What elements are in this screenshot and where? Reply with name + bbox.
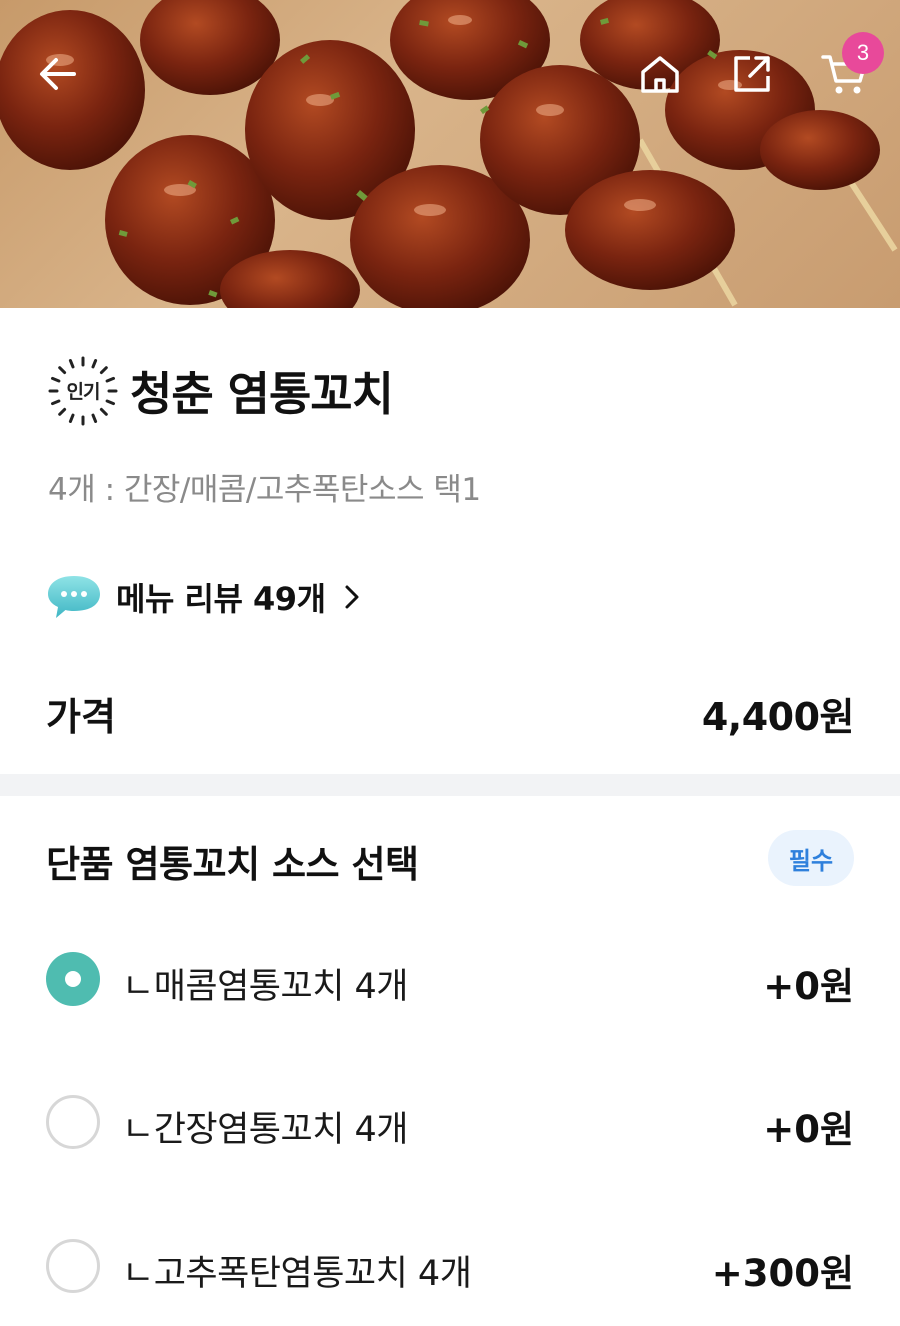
chat-bubble-icon bbox=[48, 576, 100, 618]
back-arrow-icon bbox=[40, 58, 76, 90]
option-price: +300원 bbox=[711, 1252, 854, 1295]
option-label: ㄴ간장염통꼬치 4개 bbox=[122, 1110, 409, 1150]
option-label: ㄴ매콤염통꼬치 4개 bbox=[122, 967, 409, 1007]
option-row-pepper-bomb[interactable]: ㄴ고추폭탄염통꼬치 4개 +300원 bbox=[0, 1221, 900, 1311]
option-section-title: 단품 염통꼬치 소스 선택 bbox=[46, 843, 419, 886]
share-icon bbox=[734, 56, 770, 92]
menu-description: 4개 : 간장/매콤/고추폭탄소스 택1 bbox=[48, 472, 481, 508]
option-price: +0원 bbox=[763, 1108, 854, 1151]
option-label: ㄴ고추폭탄염통꼬치 4개 bbox=[122, 1254, 472, 1294]
cart-count-badge: 3 bbox=[842, 32, 884, 74]
share-button[interactable] bbox=[722, 44, 782, 104]
option-row-spicy[interactable]: ㄴ매콤염통꼬치 4개 +0원 bbox=[0, 934, 900, 1024]
price-value: 4,400원 bbox=[701, 695, 855, 739]
option-radio[interactable] bbox=[46, 1239, 100, 1293]
section-divider bbox=[0, 774, 900, 796]
home-icon bbox=[641, 56, 679, 93]
popular-badge-label: 인기 bbox=[66, 381, 101, 403]
required-badge: 필수 bbox=[768, 830, 854, 886]
option-price: +0원 bbox=[763, 965, 854, 1008]
option-radio[interactable] bbox=[46, 1095, 100, 1149]
menu-title: 청춘 염통꼬치 bbox=[130, 367, 394, 421]
home-button[interactable] bbox=[630, 44, 690, 104]
menu-review-link[interactable]: 메뉴 리뷰 49개 bbox=[46, 570, 360, 624]
back-button[interactable] bbox=[28, 44, 88, 104]
option-radio-selected[interactable] bbox=[46, 952, 100, 1006]
option-row-soy[interactable]: ㄴ간장염통꼬치 4개 +0원 bbox=[0, 1077, 900, 1167]
price-label: 가격 bbox=[46, 695, 116, 739]
menu-review-label: 메뉴 리뷰 49개 bbox=[116, 580, 326, 618]
chevron-right-icon bbox=[345, 585, 359, 609]
